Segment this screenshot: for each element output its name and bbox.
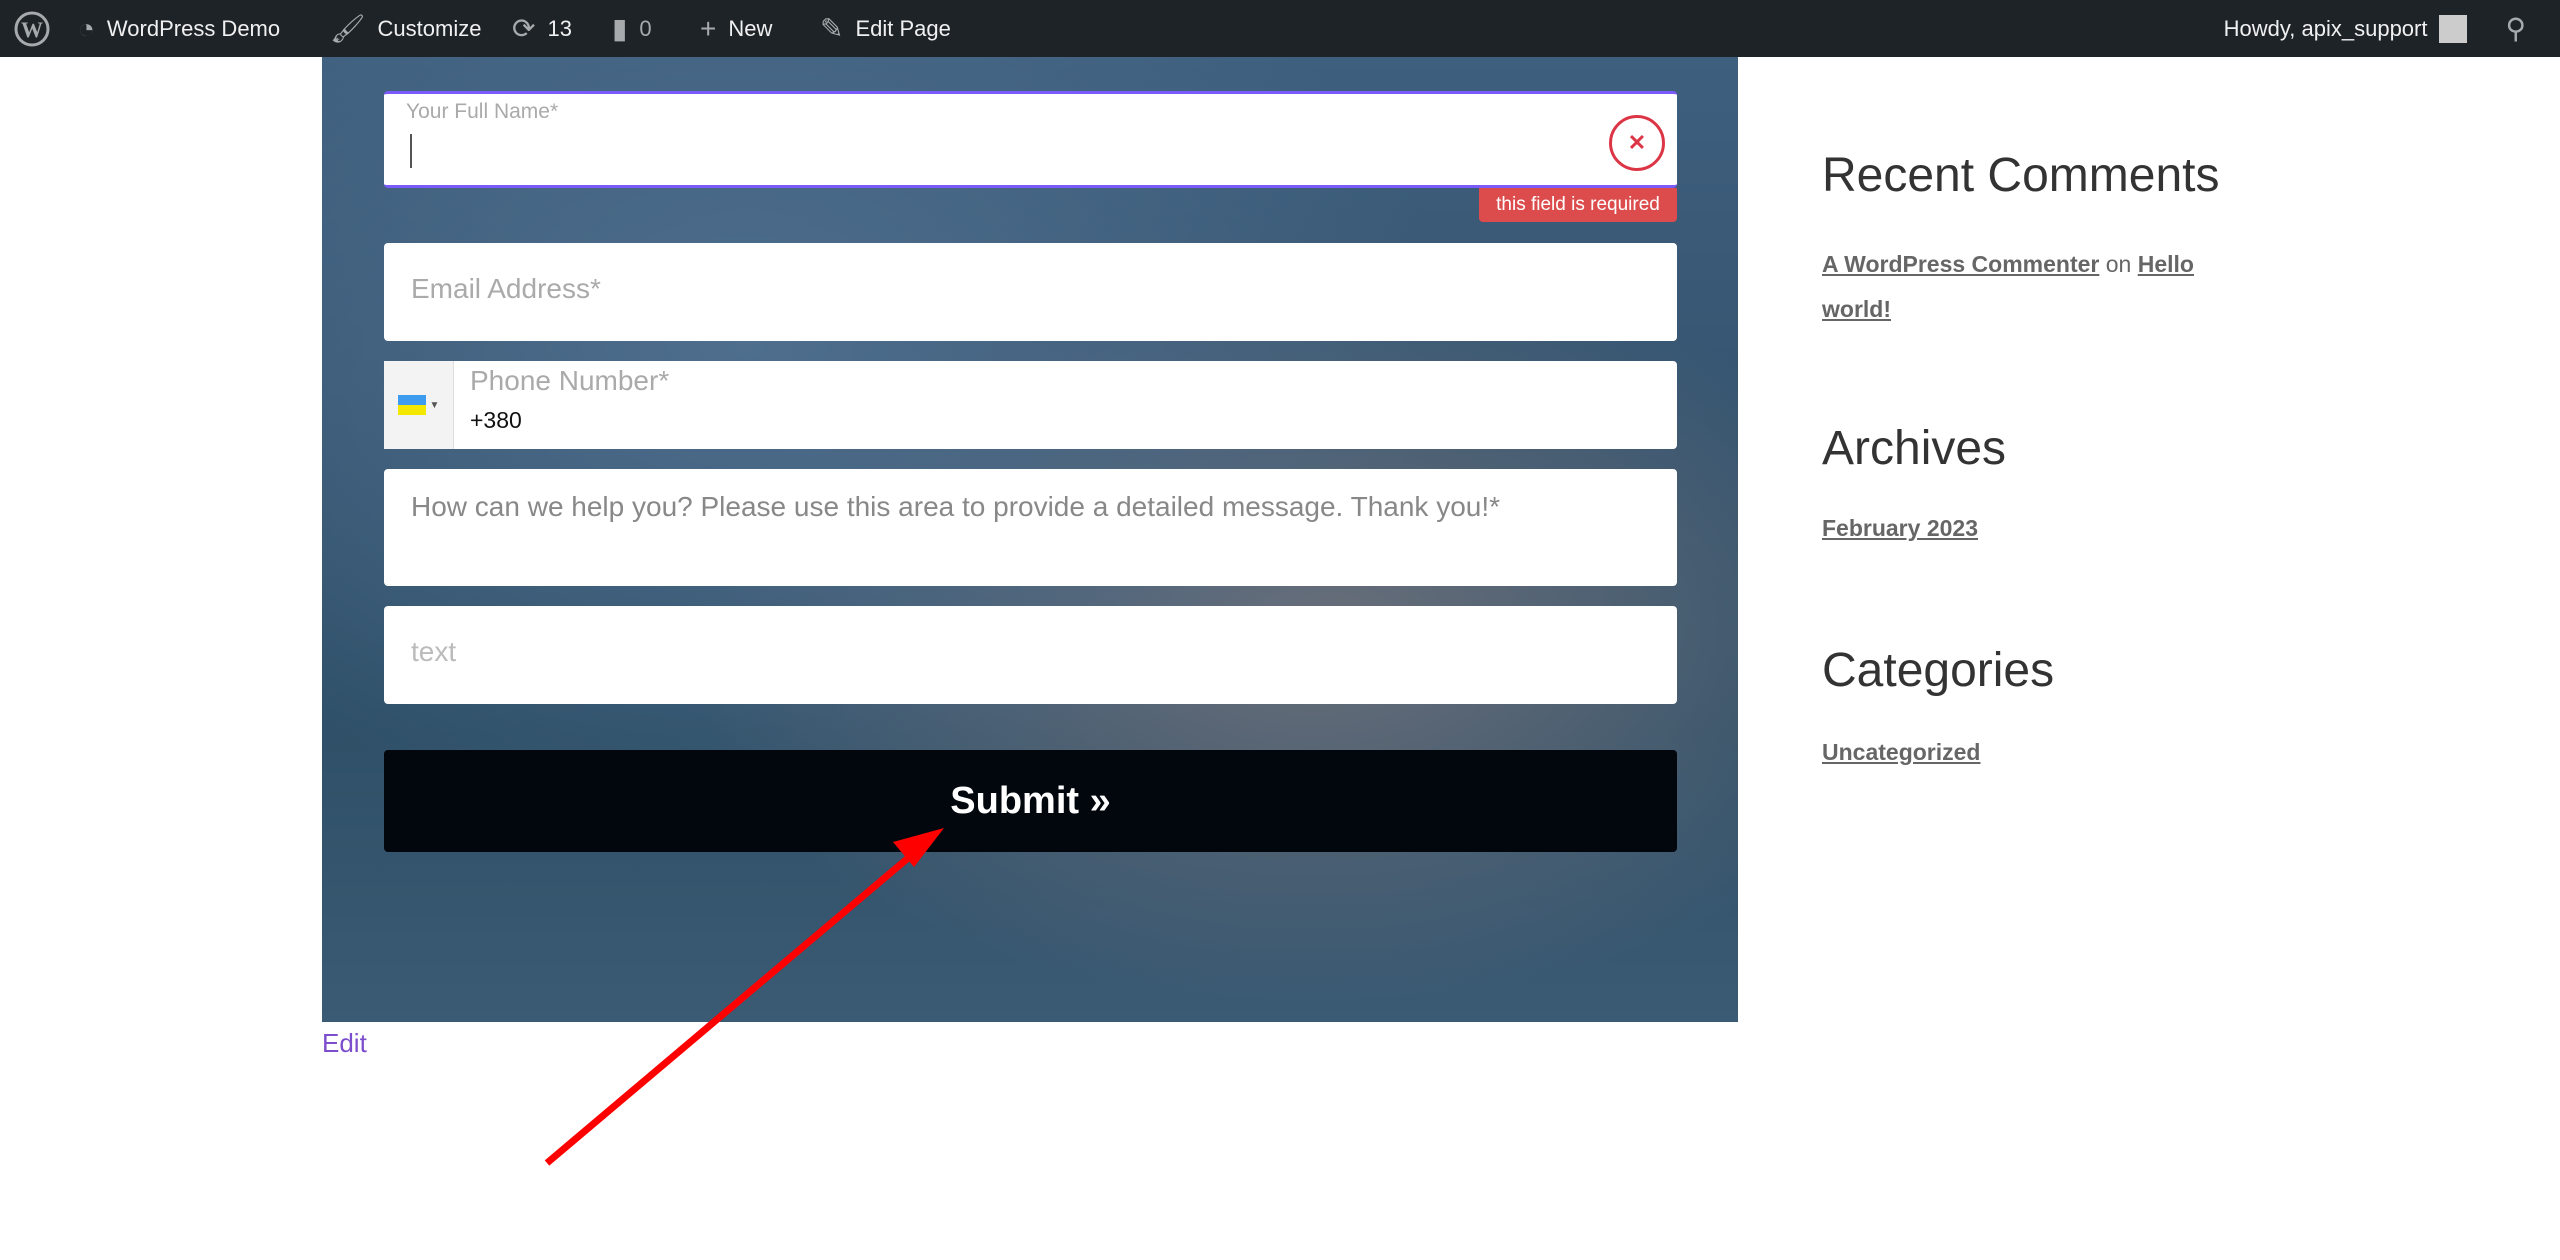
annotation-arrow <box>544 828 944 1166</box>
arrow-shaft <box>544 845 923 1166</box>
